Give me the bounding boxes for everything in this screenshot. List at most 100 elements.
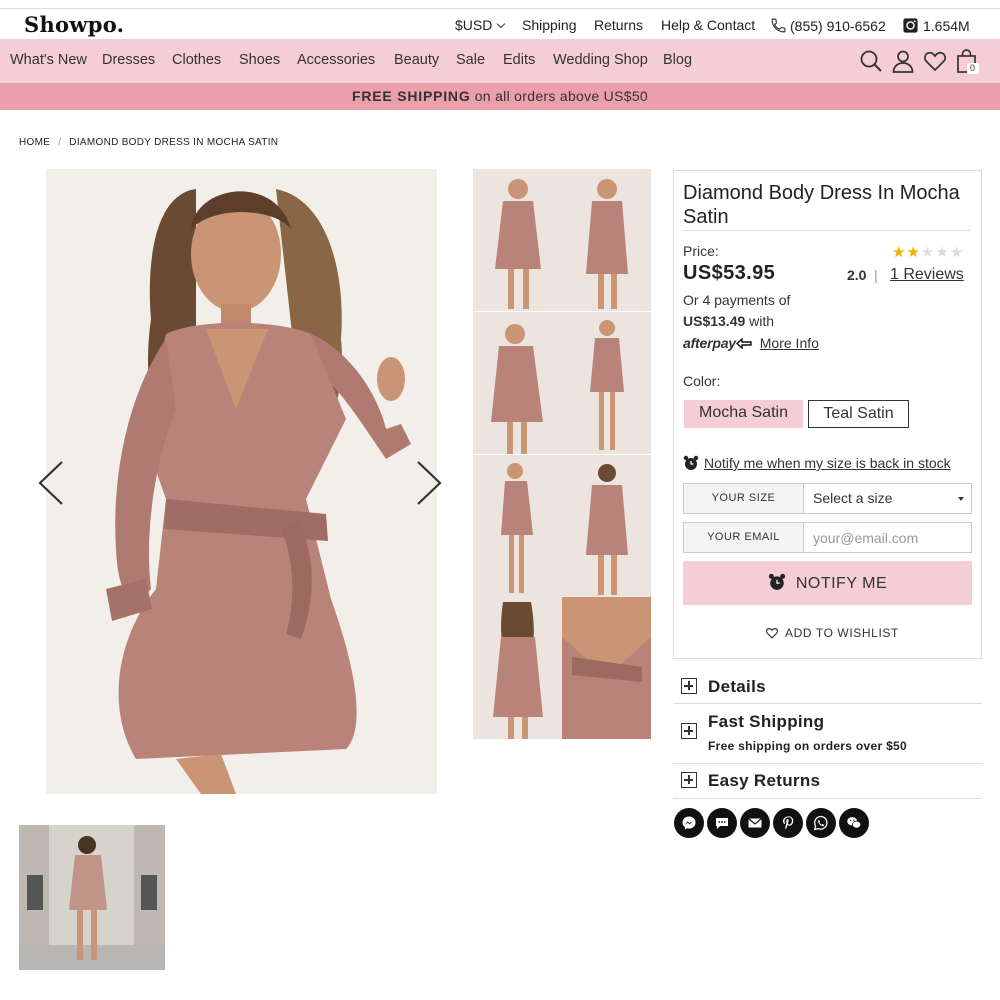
rating-separator: | (874, 267, 878, 283)
thumbnail-3[interactable] (473, 312, 562, 454)
nav-sale[interactable]: Sale (456, 52, 485, 68)
nav-whats-new[interactable]: What's New (10, 52, 87, 68)
accordion-fast-shipping-title: Fast Shipping (708, 712, 825, 731)
color-option-teal-satin[interactable]: Teal Satin (808, 400, 909, 428)
email-icon (748, 818, 762, 828)
product-price: US$53.95 (683, 262, 776, 284)
email-field[interactable] (805, 523, 971, 552)
main-product-image[interactable] (46, 169, 437, 794)
top-utility-bar: Showpo. $USD Shipping Returns Help & Con… (0, 8, 1000, 38)
notify-me-button-label: NOTIFY ME (795, 575, 888, 592)
installment-with: with (749, 313, 775, 329)
thumbnail-3-image (473, 312, 562, 454)
accordion-details[interactable]: Details (673, 670, 982, 704)
whatsapp-share-button[interactable] (806, 808, 836, 838)
size-field-row: YOUR SIZE Select a size (683, 483, 972, 514)
sms-share-button[interactable] (707, 808, 737, 838)
afterpay-arrows-icon (735, 337, 752, 350)
next-image-arrow-icon[interactable] (414, 460, 444, 506)
breadcrumb-current: DIAMOND BODY DRESS IN MOCHA SATIN (69, 137, 279, 148)
installment-amount: US$13.49 (683, 313, 746, 329)
accordion-easy-returns[interactable]: Easy Returns (673, 764, 982, 799)
breadcrumb-home[interactable]: HOME (19, 137, 50, 148)
thumbnail-2-image (562, 169, 651, 311)
rating-stars: ★★★★★ (892, 243, 964, 261)
email-share-button[interactable] (740, 808, 770, 838)
nav-dresses[interactable]: Dresses (102, 52, 155, 68)
thumbnail-6-image (562, 455, 651, 597)
rating-value: 2.0 (847, 267, 867, 283)
plus-box-icon (681, 723, 697, 739)
phone-icon (771, 18, 786, 33)
accordion-fast-shipping-subtitle: Free shipping on orders over $50 (708, 739, 907, 753)
alarm-clock-icon (683, 455, 699, 470)
banner-text: on all orders above US$50 (470, 88, 648, 104)
installment-amount-line: US$13.49 with (683, 313, 774, 329)
chevron-down-icon (497, 19, 506, 29)
shipping-link[interactable]: Shipping (522, 17, 577, 33)
instagram-link[interactable]: 1.654M (902, 17, 970, 34)
email-field-row: YOUR EMAIL (683, 522, 972, 553)
wechat-share-button[interactable] (839, 808, 869, 838)
more-info-link[interactable]: More Info (760, 335, 819, 351)
nav-beauty[interactable]: Beauty (394, 52, 439, 68)
afterpay-line: afterpay More Info (683, 335, 819, 351)
nav-wedding-shop[interactable]: Wedding Shop (553, 52, 648, 68)
size-label: YOUR SIZE (684, 484, 804, 513)
star-icon-empty: ★ (935, 244, 950, 261)
chevron-down-icon (958, 497, 964, 501)
nav-accessories[interactable]: Accessories (297, 52, 375, 68)
product-info-panel: Diamond Body Dress In Mocha Satin Price:… (673, 170, 982, 659)
add-to-wishlist-label: ADD TO WISHLIST (785, 626, 899, 640)
lifestyle-thumbnail[interactable] (19, 825, 165, 970)
cart-count-badge: 0 (969, 63, 975, 73)
thumbnail-4[interactable] (562, 312, 651, 454)
free-shipping-banner: FREE SHIPPING on all orders above US$50 (0, 83, 1000, 110)
showpo-logo[interactable]: Showpo. (24, 12, 124, 37)
thumbnail-7-image (473, 597, 562, 739)
thumbnail-7[interactable] (473, 597, 562, 739)
instagram-icon (903, 18, 918, 33)
thumbnail-5[interactable] (473, 455, 562, 597)
accordion-easy-returns-title: Easy Returns (708, 771, 821, 790)
sms-icon (716, 818, 728, 829)
currency-label: $USD (455, 17, 493, 33)
lifestyle-image (19, 825, 165, 970)
nav-blog[interactable]: Blog (663, 52, 692, 68)
email-label: YOUR EMAIL (684, 523, 804, 552)
reviews-link[interactable]: 1 Reviews (890, 266, 964, 284)
account-icon[interactable] (890, 48, 916, 74)
installment-text: Or 4 payments of (683, 292, 791, 308)
nav-edits[interactable]: Edits (503, 52, 535, 68)
afterpay-logo: afterpay (683, 335, 736, 351)
thumbnail-1[interactable] (473, 169, 562, 311)
instagram-followers: 1.654M (923, 18, 970, 34)
heart-icon[interactable] (922, 48, 948, 74)
messenger-share-button[interactable] (674, 808, 704, 838)
thumbnail-8[interactable] (562, 597, 651, 739)
messenger-icon (682, 816, 696, 830)
main-navigation: What's New Dresses Clothes Shoes Accesso… (0, 39, 1000, 83)
returns-link[interactable]: Returns (594, 17, 643, 33)
notify-me-link[interactable]: Notify me when my size is back in stock (704, 455, 951, 471)
thumbnail-8-image (562, 597, 651, 739)
add-to-wishlist-button[interactable]: ADD TO WISHLIST (765, 626, 899, 640)
currency-selector[interactable]: $USD (455, 17, 506, 33)
star-icon-filled: ★ (906, 244, 921, 261)
accordion-fast-shipping[interactable]: Fast Shipping Free shipping on orders ov… (673, 704, 982, 764)
help-contact-link[interactable]: Help & Contact (661, 17, 755, 33)
notify-me-button[interactable]: NOTIFY ME (683, 561, 972, 605)
thumbnail-1-image (473, 169, 562, 311)
accordion-details-title: Details (708, 677, 766, 696)
pinterest-share-button[interactable] (773, 808, 803, 838)
nav-clothes[interactable]: Clothes (172, 52, 221, 68)
color-option-mocha-satin[interactable]: Mocha Satin (684, 400, 803, 428)
search-icon[interactable] (858, 48, 884, 74)
phone-link[interactable]: (855) 910-6562 (770, 17, 886, 34)
previous-image-arrow-icon[interactable] (36, 460, 66, 506)
nav-shoes[interactable]: Shoes (239, 52, 280, 68)
plus-box-icon (681, 678, 697, 694)
thumbnail-6[interactable] (562, 455, 651, 597)
size-select[interactable]: Select a size (805, 484, 971, 513)
thumbnail-2[interactable] (562, 169, 651, 311)
